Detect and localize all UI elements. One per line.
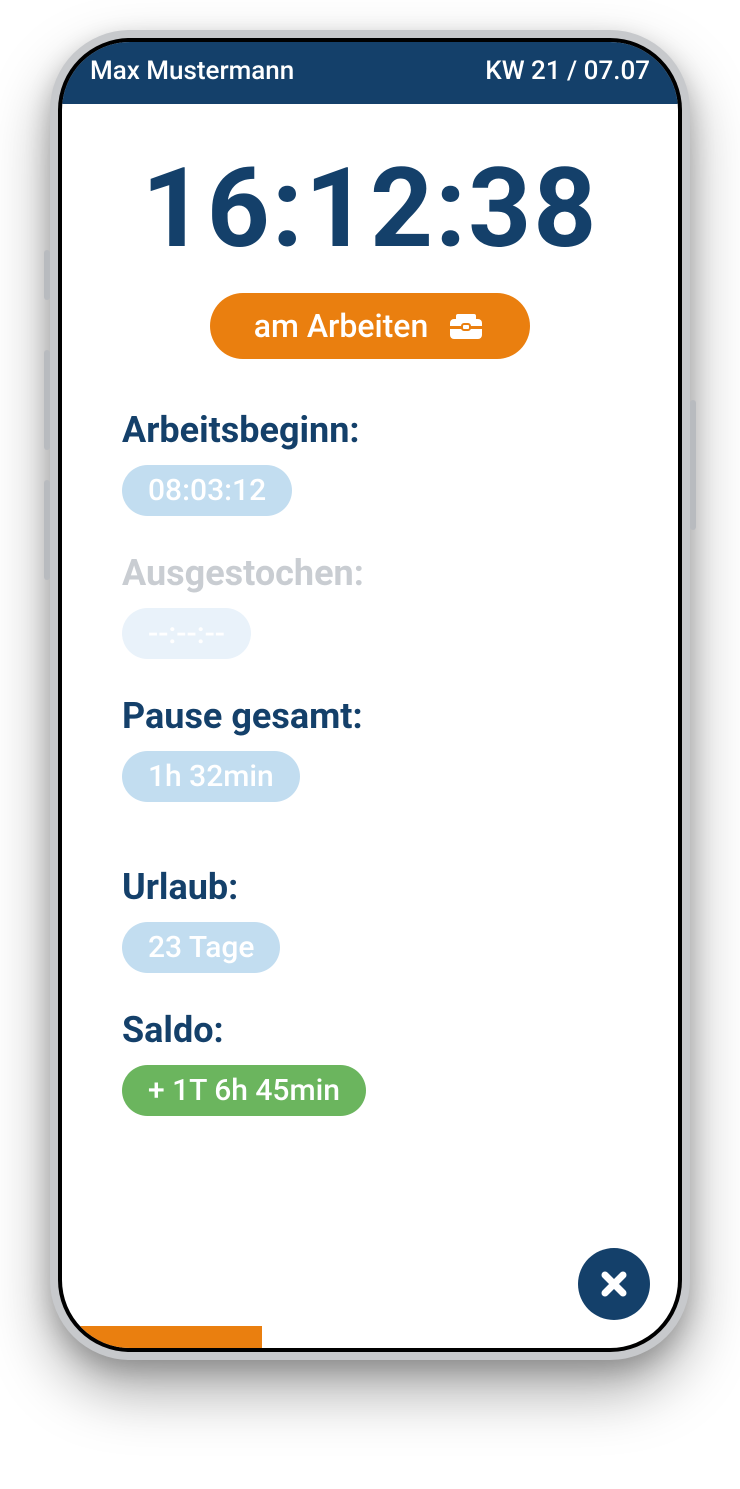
current-time: 16:12:38 — [122, 144, 618, 273]
hardware-button — [44, 250, 50, 300]
date-label: KW 21 / 07.07 — [485, 56, 650, 86]
work-status-pill[interactable]: am Arbeiten — [210, 293, 530, 359]
app-screen: Max Mustermann KW 21 / 07.07 16:12:38 am… — [62, 42, 678, 1348]
hardware-button — [690, 400, 696, 530]
balance-value: + 1T 6h 45min — [122, 1065, 366, 1116]
pause-total-label: Pause gesamt: — [122, 695, 618, 737]
vacation-label: Urlaub: — [122, 866, 618, 908]
close-icon — [596, 1266, 632, 1302]
toolbox-icon — [446, 308, 486, 344]
pause-total-value: 1h 32min — [122, 751, 300, 802]
hardware-button — [44, 350, 50, 450]
clock-out-value: --:--:-- — [122, 608, 251, 659]
clock-out-label: Ausgestochen: — [122, 552, 618, 594]
work-start-value: 08:03:12 — [122, 465, 292, 516]
work-start-label: Arbeitsbeginn: — [122, 409, 618, 451]
user-name: Max Mustermann — [90, 56, 294, 86]
close-button[interactable] — [578, 1248, 650, 1320]
header-bar: Max Mustermann KW 21 / 07.07 — [62, 42, 678, 104]
vacation-value: 23 Tage — [122, 922, 280, 973]
hardware-button — [44, 480, 50, 580]
progress-strip — [62, 1326, 262, 1348]
phone-frame: Max Mustermann KW 21 / 07.07 16:12:38 am… — [50, 30, 690, 1360]
balance-label: Saldo: — [122, 1009, 618, 1051]
main-content: 16:12:38 am Arbeiten Arbeitsbeginn: 0 — [62, 104, 678, 1348]
work-status-label: am Arbeiten — [254, 307, 429, 345]
